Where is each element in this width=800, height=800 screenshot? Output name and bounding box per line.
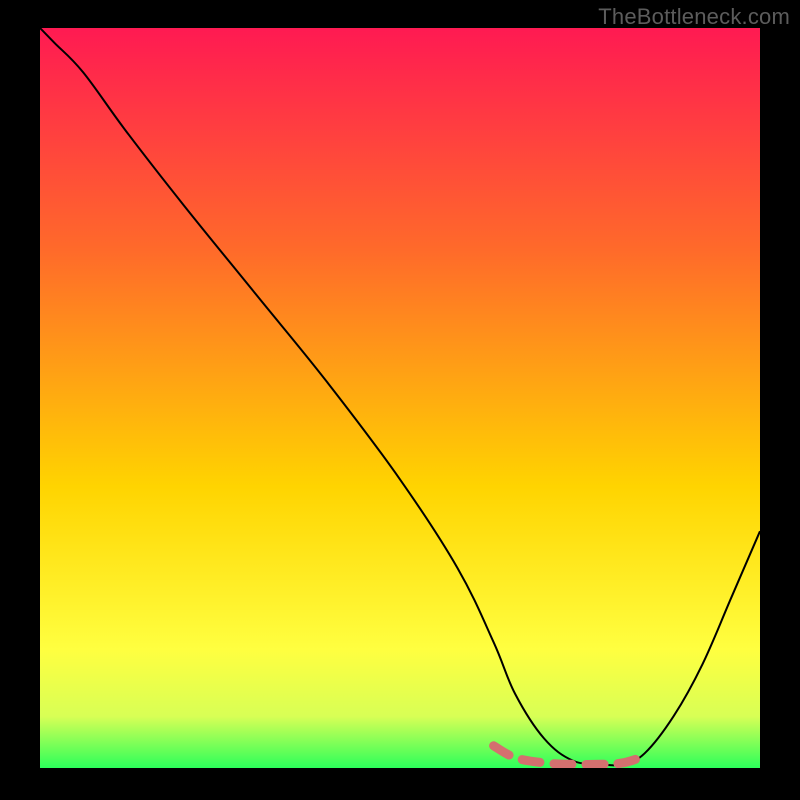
chart-svg: [40, 28, 760, 768]
plot-area: [40, 28, 760, 768]
gradient-background: [40, 28, 760, 768]
watermark-label: TheBottleneck.com: [598, 4, 790, 30]
chart-frame: TheBottleneck.com: [0, 0, 800, 800]
